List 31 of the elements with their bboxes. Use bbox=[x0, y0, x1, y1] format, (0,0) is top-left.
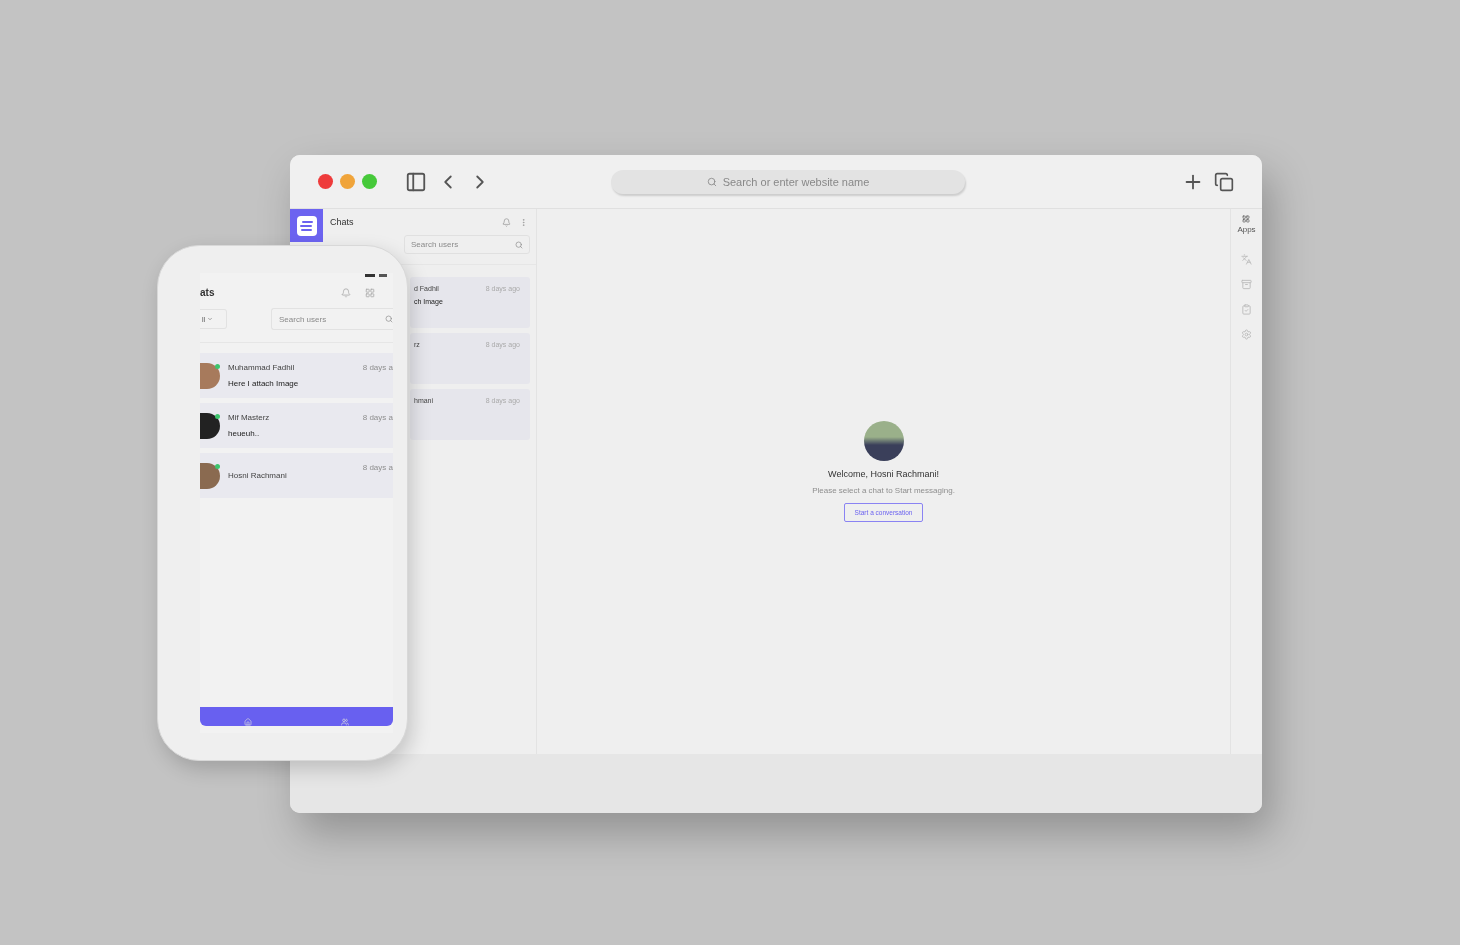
bell-icon[interactable] bbox=[341, 287, 351, 298]
app-logo bbox=[290, 209, 323, 242]
welcome-subtitle: Please select a chat to Start messaging. bbox=[812, 486, 955, 495]
avatar-placeholder bbox=[863, 421, 904, 461]
grid-icon[interactable] bbox=[365, 287, 375, 298]
signal-icon bbox=[365, 273, 389, 277]
apps-button[interactable]: Apps bbox=[1237, 215, 1256, 240]
caret-icon bbox=[207, 316, 214, 322]
search-icon bbox=[706, 176, 717, 187]
translate-icon[interactable] bbox=[1241, 254, 1252, 265]
tabs-icon[interactable] bbox=[1214, 171, 1234, 192]
more-icon[interactable] bbox=[519, 217, 528, 227]
minimize-button[interactable] bbox=[340, 174, 355, 189]
close-button[interactable] bbox=[318, 174, 333, 189]
chat-item[interactable]: Hosni Rachmani 8 days a bbox=[200, 453, 393, 498]
screen-title: ats bbox=[200, 287, 216, 298]
search-icon bbox=[515, 240, 523, 249]
chat-item[interactable]: Muhammad Fadhil Here I attach Image 8 days a bbox=[200, 353, 393, 398]
search-icon bbox=[385, 315, 393, 323]
welcome-title: Welcome, Hosni Rachmani! bbox=[828, 469, 939, 479]
users-icon[interactable] bbox=[340, 718, 349, 726]
grid-icon bbox=[1242, 215, 1251, 223]
home-icon[interactable] bbox=[244, 718, 253, 726]
maximize-button[interactable] bbox=[362, 174, 377, 189]
sidebar-toggle-icon[interactable] bbox=[405, 170, 427, 193]
panel-title: Chats bbox=[330, 217, 355, 227]
bell-icon[interactable] bbox=[502, 217, 511, 227]
settings-icon[interactable] bbox=[1241, 329, 1252, 340]
clipboard-icon[interactable] bbox=[1241, 304, 1252, 315]
chat-item[interactable]: Mif Masterz heueuh.. 8 days a bbox=[200, 403, 393, 448]
archive-icon[interactable] bbox=[1241, 279, 1252, 290]
